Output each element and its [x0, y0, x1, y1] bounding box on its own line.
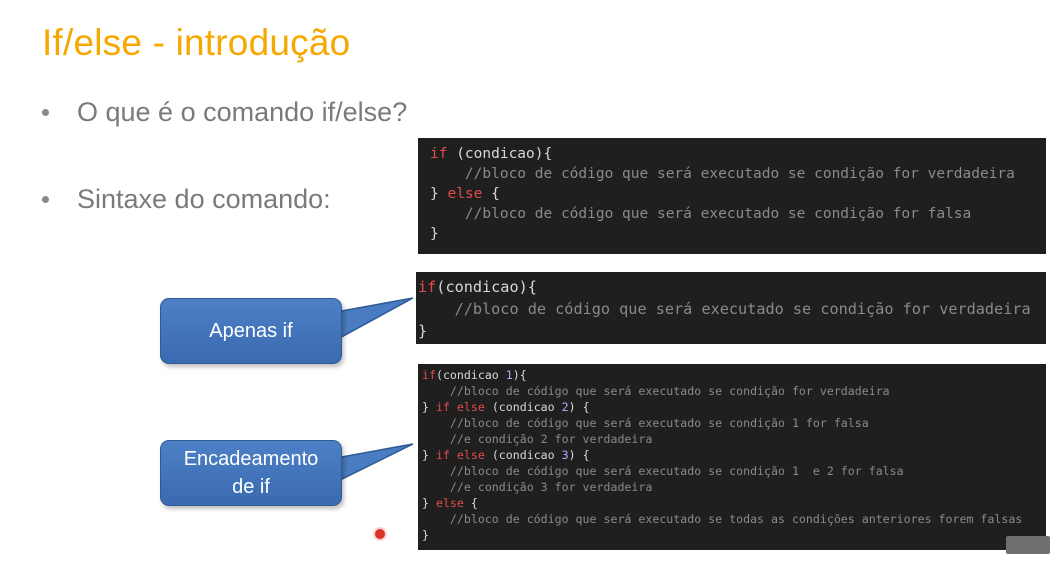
code-line: //bloco de código que será executado se … — [464, 166, 1015, 182]
callout-tail-apenas-if — [335, 297, 414, 342]
code-line: if(condicao 1){ — [422, 368, 527, 382]
slide-title: If/else - introdução — [42, 22, 351, 63]
laser-pointer-icon — [373, 527, 387, 541]
bullet-dot-icon — [42, 196, 49, 203]
code-line: //bloco de código que será executado se … — [449, 384, 890, 398]
code-line: } if else (condicao 2) { — [422, 400, 590, 414]
code-line: if (condicao){ — [430, 146, 553, 162]
code-line: //e condição 3 for verdadeira — [449, 480, 653, 494]
callout-encadeamento-label: Encadeamento de if — [183, 448, 319, 498]
code-block-only-if: if(condicao){ //bloco de código que será… — [416, 272, 1046, 344]
bullet-text-1: O que é o comando if/else? — [77, 97, 408, 127]
code-block-if-else: if (condicao){ //bloco de código que ser… — [418, 138, 1046, 254]
code-line: } — [422, 528, 429, 542]
bullet-item-1: O que é o comando if/else? — [42, 97, 407, 128]
code-block-chain: if(condicao 1){ //bloco de código que se… — [418, 364, 1046, 550]
callout-tail-encadeamento — [335, 443, 414, 484]
code-line: if(condicao){ — [418, 278, 537, 296]
code-line: } if else (condicao 3) { — [422, 448, 590, 462]
code-line: } else { — [422, 496, 478, 510]
watermark-logo-icon — [1006, 536, 1050, 554]
code-line: //bloco de código que será executado se … — [449, 464, 904, 478]
callout-encadeamento: Encadeamento de if — [160, 440, 342, 506]
code-line: } — [418, 322, 428, 340]
bullet-item-2: Sintaxe do comando: — [42, 184, 331, 215]
code-line: //bloco de código que será executado se … — [454, 300, 1031, 318]
code-line: //bloco de código que será executado se … — [449, 512, 1023, 526]
bullet-text-2: Sintaxe do comando: — [77, 184, 331, 214]
code-line: //e condição 2 for verdadeira — [449, 432, 653, 446]
bullet-dot-icon — [42, 109, 49, 116]
code-line: } else { — [430, 186, 500, 202]
code-line: //bloco de código que será executado se … — [464, 206, 972, 222]
code-line: } — [430, 226, 439, 242]
callout-apenas-if: Apenas if — [160, 298, 342, 364]
code-line: //bloco de código que será executado se … — [449, 416, 869, 430]
callout-apenas-if-label: Apenas if — [209, 319, 293, 342]
